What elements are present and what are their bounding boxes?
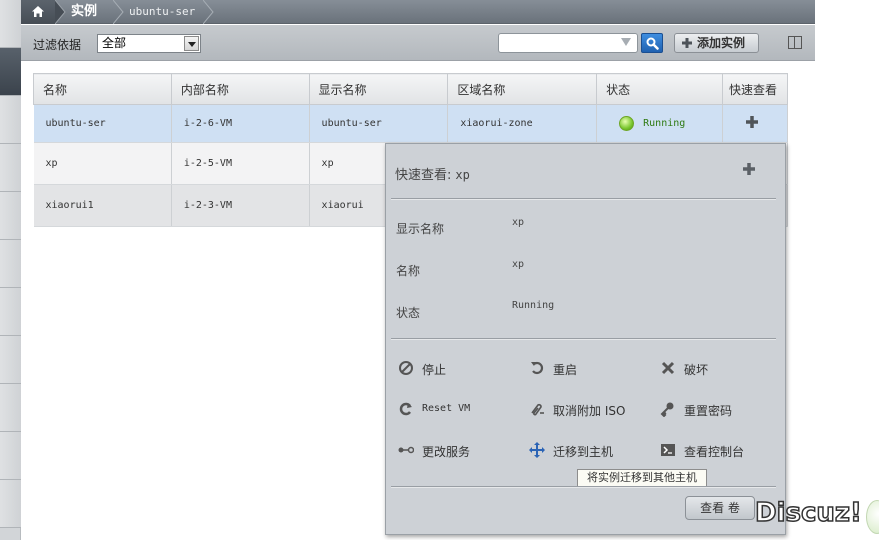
quickview-title-value: xp bbox=[455, 168, 470, 182]
panel-layout-icon[interactable] bbox=[788, 36, 802, 49]
view-console-label: 查看控制台 bbox=[684, 445, 745, 459]
change-service-label: 更改服务 bbox=[422, 445, 471, 459]
left-nav-strip bbox=[0, 0, 21, 540]
migrate-tooltip: 将实例迁移到其他主机 bbox=[577, 469, 707, 487]
column-header-state[interactable]: 状态 bbox=[596, 73, 724, 105]
left-nav-tab[interactable] bbox=[0, 240, 21, 288]
quickview-panel: 快速查看: xp 显示名称 xp 名称 xp 状态 Running 停止 重启 破… bbox=[385, 143, 786, 535]
destroy-action[interactable]: 破坏 bbox=[660, 358, 770, 378]
home-icon bbox=[32, 6, 44, 17]
detach-iso-label: 取消附加 ISO bbox=[553, 404, 626, 418]
column-header-name[interactable]: 名称 bbox=[33, 73, 172, 105]
cell-internal-name: i-2-5-VM bbox=[171, 142, 310, 185]
view-console-action[interactable]: 查看控制台 bbox=[660, 440, 770, 460]
chevron-down-icon[interactable] bbox=[184, 36, 199, 51]
left-nav-tab-active[interactable] bbox=[0, 48, 21, 96]
cell-name: xp bbox=[33, 142, 172, 185]
stop-label: 停止 bbox=[422, 363, 447, 377]
breadcrumb-separator-icon bbox=[55, 0, 66, 24]
detach-iso-action[interactable]: 取消附加 ISO bbox=[529, 399, 649, 419]
stop-action[interactable]: 停止 bbox=[398, 358, 508, 378]
breadcrumb-instances[interactable]: 实例 bbox=[71, 0, 97, 24]
field-label-name: 名称 bbox=[396, 264, 421, 278]
running-status-icon bbox=[619, 116, 635, 131]
plus-icon bbox=[682, 38, 692, 48]
filter-select[interactable]: 全部 bbox=[97, 34, 201, 53]
reboot-action[interactable]: 重启 bbox=[529, 358, 639, 378]
breadcrumb: 实例 ubuntu-ser bbox=[21, 0, 815, 24]
migrate-action[interactable]: 迁移到主机 bbox=[529, 440, 639, 460]
cell-state: Running bbox=[596, 104, 724, 143]
detach-paperclip-icon bbox=[531, 403, 544, 416]
left-nav-tab[interactable] bbox=[0, 384, 21, 432]
quickview-plus-icon[interactable] bbox=[742, 162, 756, 176]
left-nav-tab[interactable] bbox=[0, 336, 21, 384]
reset-vm-label: Reset VM bbox=[422, 403, 471, 414]
left-nav-tab[interactable] bbox=[0, 432, 21, 480]
change-service-action[interactable]: 更改服务 bbox=[398, 440, 508, 460]
console-icon bbox=[661, 444, 675, 456]
column-header-zone-name[interactable]: 区域名称 bbox=[447, 73, 598, 105]
cell-name: ubuntu-ser bbox=[33, 104, 172, 143]
search-dropdown-arrow-icon[interactable] bbox=[621, 38, 631, 46]
quickview-divider bbox=[391, 486, 776, 488]
reboot-icon bbox=[531, 361, 544, 375]
column-header-quickview: 快速查看 bbox=[722, 73, 788, 105]
page-right-margin bbox=[815, 0, 879, 540]
filter-label: 过滤依据 bbox=[33, 38, 82, 52]
cell-quickview bbox=[722, 104, 788, 143]
quickview-divider bbox=[391, 198, 776, 200]
search-icon bbox=[646, 37, 659, 50]
add-instance-label: 添加实例 bbox=[697, 36, 746, 50]
stop-icon bbox=[399, 361, 413, 375]
reset-password-label: 重置密码 bbox=[684, 404, 733, 418]
migrate-label: 迁移到主机 bbox=[553, 445, 614, 459]
destroy-label: 破坏 bbox=[684, 363, 709, 377]
change-service-icon bbox=[398, 446, 414, 454]
state-text: Running bbox=[643, 118, 686, 129]
reset-icon bbox=[399, 402, 412, 416]
field-value-name: xp bbox=[512, 259, 525, 270]
left-nav-tab[interactable] bbox=[0, 288, 21, 336]
left-nav-tab[interactable] bbox=[0, 0, 21, 48]
reset-password-action[interactable]: 重置密码 bbox=[660, 399, 770, 419]
cell-name: xiaorui1 bbox=[33, 184, 172, 227]
quickview-divider bbox=[391, 338, 776, 340]
column-header-display-name[interactable]: 显示名称 bbox=[308, 73, 449, 105]
cell-display-name: ubuntu-ser bbox=[309, 104, 449, 143]
field-label-state: 状态 bbox=[396, 306, 421, 320]
field-value-display-name: xp bbox=[512, 217, 525, 228]
table-row[interactable]: ubuntu-ser i-2-6-VM ubuntu-ser xiaorui-z… bbox=[33, 104, 788, 143]
filter-selected-value: 全部 bbox=[102, 36, 127, 50]
move-arrows-icon bbox=[529, 442, 545, 458]
discuz-watermark: Discuz! bbox=[754, 497, 862, 529]
breadcrumb-separator-icon bbox=[203, 0, 214, 24]
breadcrumb-current: ubuntu-ser bbox=[129, 5, 196, 18]
left-nav-tab[interactable] bbox=[0, 480, 21, 528]
table-header-row: 名称 内部名称 显示名称 区域名称 状态 快速查看 bbox=[33, 73, 788, 105]
breadcrumb-home[interactable] bbox=[21, 0, 55, 24]
column-header-internal-name[interactable]: 内部名称 bbox=[170, 73, 310, 105]
search-input[interactable] bbox=[498, 33, 638, 53]
add-instance-button[interactable]: 添加实例 bbox=[674, 33, 759, 53]
quickview-title: 快速查看: xp bbox=[395, 164, 470, 183]
destroy-icon bbox=[661, 361, 675, 375]
quickview-title-label: 快速查看: bbox=[395, 168, 452, 183]
cell-zone-name: xiaorui-zone bbox=[447, 104, 598, 143]
reboot-label: 重启 bbox=[553, 363, 578, 377]
breadcrumb-separator-icon bbox=[113, 0, 124, 24]
quickview-plus-icon[interactable] bbox=[745, 115, 759, 129]
reset-vm-action[interactable]: Reset VM bbox=[398, 399, 508, 419]
cell-internal-name: i-2-3-VM bbox=[171, 184, 310, 227]
view-volumes-button[interactable]: 查看 卷 bbox=[685, 496, 755, 520]
key-icon bbox=[660, 402, 674, 417]
cell-internal-name: i-2-6-VM bbox=[171, 104, 310, 143]
field-value-state: Running bbox=[512, 300, 555, 311]
search-button[interactable] bbox=[641, 33, 663, 53]
filter-bar: 过滤依据 全部 添加实例 bbox=[21, 25, 815, 61]
left-nav-tab[interactable] bbox=[0, 96, 21, 144]
left-nav-tab[interactable] bbox=[0, 192, 21, 240]
left-nav-tab[interactable] bbox=[0, 144, 21, 192]
field-label-display-name: 显示名称 bbox=[396, 222, 445, 236]
